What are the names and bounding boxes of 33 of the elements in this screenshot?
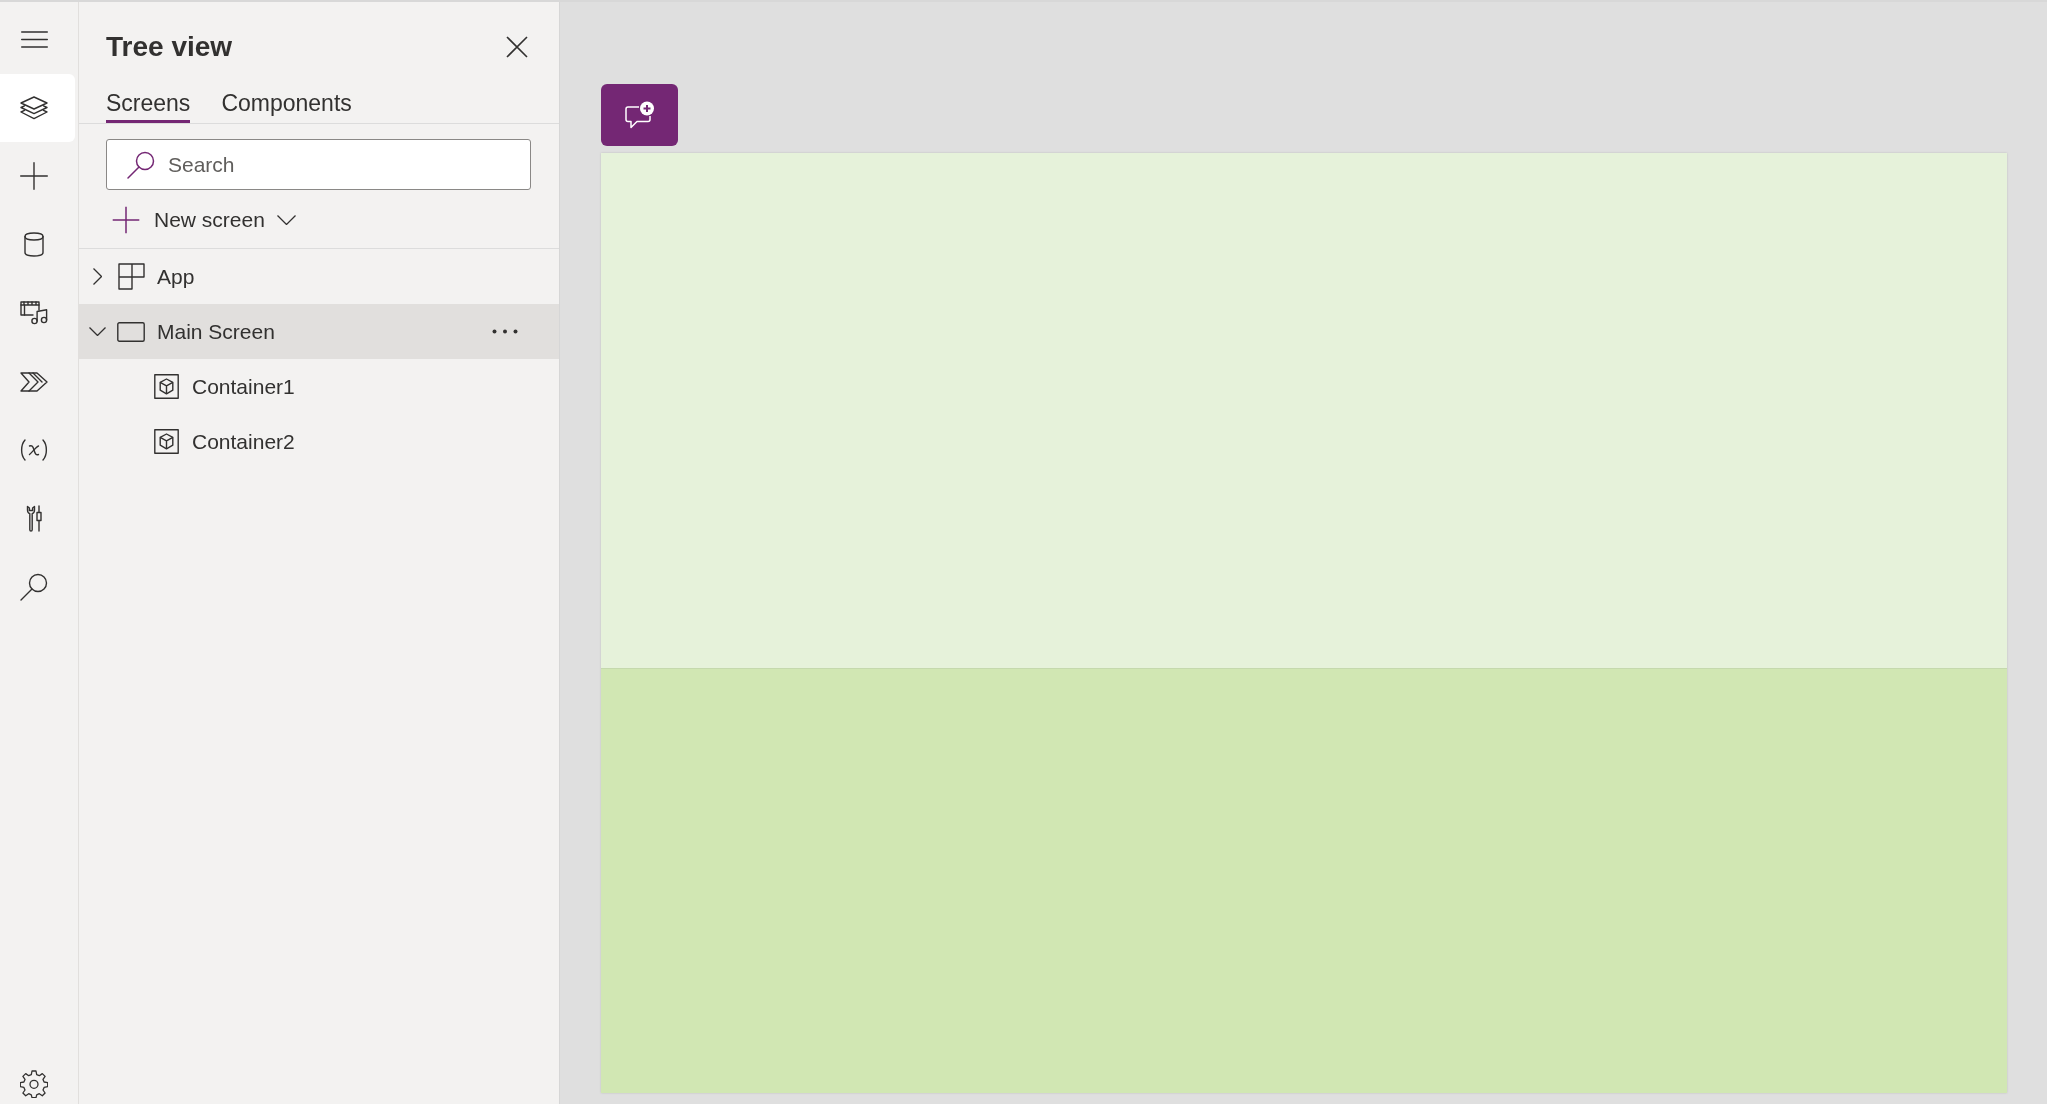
layers-icon	[20, 95, 48, 120]
close-icon[interactable]	[506, 36, 528, 58]
plus-icon	[112, 206, 140, 234]
chevron-down-icon	[276, 215, 296, 225]
variable-icon	[19, 439, 49, 462]
tree-item[interactable]: App	[79, 249, 559, 304]
search-icon	[127, 151, 155, 179]
tree-item[interactable]: Container2	[79, 414, 559, 469]
settings-icon[interactable]	[20, 1070, 48, 1098]
new-screen-button[interactable]: New screen	[112, 198, 296, 242]
cube-icon	[153, 429, 179, 454]
screen-icon	[117, 321, 145, 342]
database-icon	[24, 232, 44, 258]
chevron-right-icon[interactable]	[92, 268, 102, 285]
plus-icon	[20, 162, 48, 191]
chevron-down-icon[interactable]	[88, 327, 106, 336]
add-comment-button[interactable]	[601, 84, 678, 146]
nav-rail-button[interactable]	[0, 73, 75, 142]
tree-item[interactable]: Container1	[79, 359, 559, 414]
chevrons-icon	[20, 371, 48, 392]
search-icon	[20, 573, 48, 602]
tab[interactable]: Components	[221, 66, 352, 123]
tools-icon	[25, 505, 43, 533]
tab[interactable]: Screens	[106, 66, 191, 123]
cube-icon	[153, 374, 179, 399]
more-options-icon[interactable]	[492, 329, 518, 334]
panel-title: Tree view	[106, 30, 233, 64]
tree-item[interactable]: Main Screen	[79, 304, 559, 359]
grid-icon	[117, 263, 145, 290]
menu-icon	[20, 30, 48, 48]
film-music-icon	[20, 301, 48, 326]
comment-plus-icon	[624, 101, 655, 129]
search-field[interactable]: Search	[106, 139, 531, 190]
